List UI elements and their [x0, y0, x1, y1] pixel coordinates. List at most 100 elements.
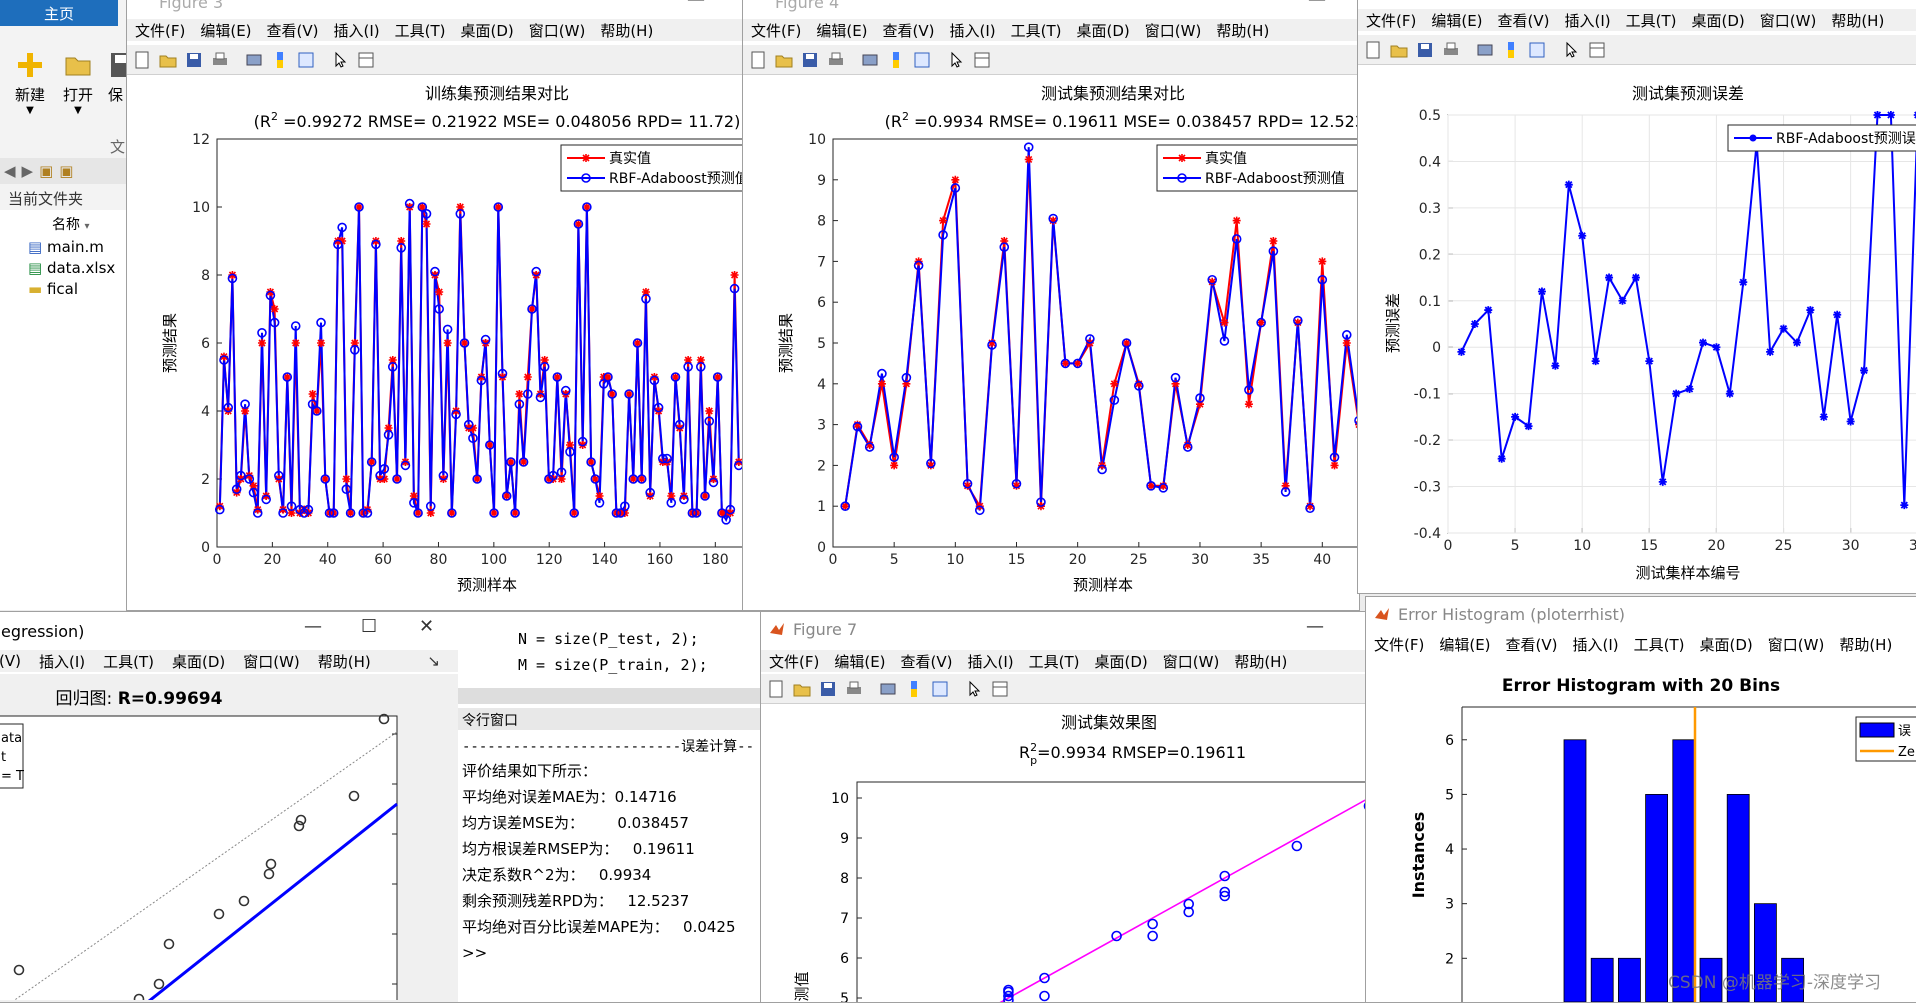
minimize-button[interactable]: —	[1308, 0, 1326, 10]
figure-4-chart[interactable]: 测试集预测结果对比 (R2 =0.9934 RMSE= 0.19611 MSE= …	[743, 75, 1359, 610]
menu-item[interactable]: 插入(I)	[950, 20, 996, 41]
link-icon[interactable]	[859, 49, 881, 71]
chevron-down-icon[interactable]: ▼	[10, 105, 50, 116]
colorbar-icon[interactable]	[269, 49, 291, 71]
menu-item[interactable]: 编辑(E)	[1431, 10, 1482, 31]
name-column-header[interactable]: 名称 ▾	[52, 214, 89, 234]
menu-item[interactable]: 帮助(H)	[600, 20, 653, 41]
browse-folder-icon[interactable]: ▣	[59, 162, 73, 180]
figure-error-chart[interactable]: 测试集预测误差 0 5 10 15 20 25 30 35 -0.4 -0.3 -0.2 -0.1 0 0.…	[1358, 65, 1916, 593]
back-arrow-icon[interactable]: ◀	[4, 162, 16, 180]
legend-icon[interactable]	[911, 49, 933, 71]
save-icon[interactable]	[799, 49, 821, 71]
menu-item[interactable]: 插入(I)	[968, 651, 1014, 672]
menu-item[interactable]: 查看(V)	[267, 20, 319, 41]
folder-up-icon[interactable]: ▣	[39, 162, 53, 180]
open-icon[interactable]	[791, 678, 813, 700]
regression-titlebar[interactable]: egression)	[0, 618, 459, 644]
new-figure-icon[interactable]	[131, 49, 153, 71]
dock-arrow-icon[interactable]: ↘	[427, 652, 440, 670]
figure-3-chart[interactable]: 训练集预测结果对比 (R2 =0.99272 RMSE= 0.21922 MSE=…	[127, 75, 743, 610]
menu-item[interactable]: 帮助(H)	[1216, 20, 1269, 41]
menu-item[interactable]: 文件(F)	[135, 20, 185, 41]
legend-icon[interactable]	[1526, 39, 1548, 61]
menu-item[interactable]: 窗口(W)	[1768, 634, 1825, 655]
new-figure-icon[interactable]	[747, 49, 769, 71]
menu-item[interactable]: 插入(I)	[1565, 10, 1611, 31]
minimize-button[interactable]: —	[687, 0, 705, 10]
histogram-titlebar[interactable]: Error Histogram (ploterrhist)	[1366, 601, 1916, 627]
menu-item[interactable]: 查看(V)	[883, 20, 935, 41]
menu-item[interactable]: 桌面(D)	[1095, 651, 1148, 672]
file-row[interactable]: ▤ data.xlsx	[28, 259, 115, 277]
menu-desktop[interactable]: 桌面(D)	[172, 651, 225, 672]
menu-item[interactable]: 编辑(E)	[816, 20, 867, 41]
save-icon[interactable]	[817, 678, 839, 700]
menu-item[interactable]: 文件(F)	[769, 651, 819, 672]
figure-7-chart[interactable]: 测试集效果图R2 p=0.9934 RMSEP=0.196115678910预测值	[761, 704, 1369, 1002]
link-icon[interactable]	[1474, 39, 1496, 61]
histogram-chart[interactable]: Error Histogram with 20 Bins 2 3 4 5 6 Instanc…	[1366, 659, 1916, 1002]
print-icon[interactable]	[825, 49, 847, 71]
maximize-button[interactable]: ☐	[361, 616, 377, 637]
legend-icon[interactable]	[929, 678, 951, 700]
new-figure-icon[interactable]	[765, 678, 787, 700]
legend-icon[interactable]	[295, 49, 317, 71]
menu-item[interactable]: 工具(T)	[1626, 10, 1677, 31]
menu-item[interactable]: 桌面(D)	[1700, 634, 1753, 655]
menu-item[interactable]: 帮助(H)	[1839, 634, 1892, 655]
chevron-down-icon[interactable]: ▼	[58, 105, 98, 116]
regression-chart[interactable]: 回归图: R=0.99694 ata t = T	[0, 674, 459, 1002]
pointer-icon[interactable]	[1560, 39, 1582, 61]
menu-item[interactable]: 文件(F)	[1374, 634, 1424, 655]
pointer-icon[interactable]	[945, 49, 967, 71]
link-icon[interactable]	[877, 678, 899, 700]
save-icon[interactable]	[183, 49, 205, 71]
property-icon[interactable]	[971, 49, 993, 71]
close-button[interactable]: ✕	[419, 616, 434, 637]
property-icon[interactable]	[1586, 39, 1608, 61]
menu-help[interactable]: 帮助(H)	[318, 651, 371, 672]
command-prompt[interactable]: >>	[462, 944, 487, 962]
file-row[interactable]: ▤ main.m	[28, 238, 104, 256]
menu-item[interactable]: 桌面(D)	[1077, 20, 1130, 41]
menu-window[interactable]: 窗口(W)	[243, 651, 300, 672]
open-icon[interactable]	[157, 49, 179, 71]
pointer-icon[interactable]	[963, 678, 985, 700]
menu-item[interactable]: 窗口(W)	[1760, 10, 1817, 31]
property-icon[interactable]	[989, 678, 1011, 700]
menu-item[interactable]: 文件(F)	[751, 20, 801, 41]
print-icon[interactable]	[843, 678, 865, 700]
open-button[interactable]: 打开 ▼	[58, 50, 98, 116]
menu-item[interactable]: 工具(T)	[1011, 20, 1062, 41]
property-icon[interactable]	[355, 49, 377, 71]
menu-item[interactable]: 编辑(E)	[834, 651, 885, 672]
new-figure-icon[interactable]	[1362, 39, 1384, 61]
open-icon[interactable]	[773, 49, 795, 71]
menu-tools[interactable]: 工具(T)	[103, 651, 154, 672]
link-icon[interactable]	[243, 49, 265, 71]
colorbar-icon[interactable]	[903, 678, 925, 700]
forward-arrow-icon[interactable]: ▶	[22, 162, 34, 180]
scrollbar[interactable]	[458, 688, 762, 704]
pointer-icon[interactable]	[329, 49, 351, 71]
menu-item[interactable]: 查看(V)	[901, 651, 953, 672]
menu-item[interactable]: 插入(I)	[334, 20, 380, 41]
save-icon[interactable]	[1414, 39, 1436, 61]
figure-3-titlebar[interactable]: Figure 3	[127, 0, 743, 12]
menu-item[interactable]: 帮助(H)	[1234, 651, 1287, 672]
colorbar-icon[interactable]	[885, 49, 907, 71]
menu-item[interactable]: 桌面(D)	[1692, 10, 1745, 31]
code-line[interactable]: N = size(P_test, 2);	[518, 630, 699, 648]
minimize-button[interactable]: —	[1306, 616, 1324, 637]
open-icon[interactable]	[1388, 39, 1410, 61]
menu-item[interactable]: 查看(V)	[1506, 634, 1558, 655]
minimize-button[interactable]: —	[304, 616, 322, 637]
menu-item[interactable]: 工具(T)	[395, 20, 446, 41]
menu-item[interactable]: 文件(F)	[1366, 10, 1416, 31]
menu-view[interactable]: (V)	[0, 652, 21, 670]
menu-item[interactable]: 桌面(D)	[461, 20, 514, 41]
code-line[interactable]: M = size(P_train, 2);	[518, 656, 708, 674]
save-button[interactable]: 保	[108, 50, 128, 105]
menu-item[interactable]: 插入(I)	[1573, 634, 1619, 655]
